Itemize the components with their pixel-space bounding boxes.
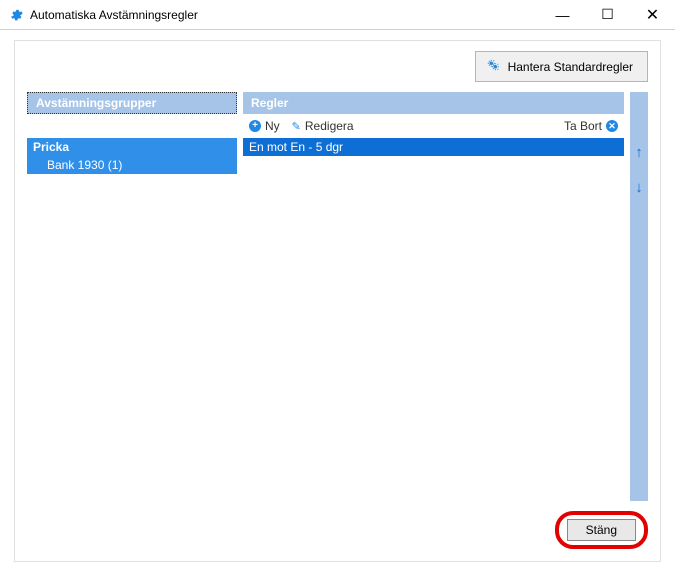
titlebar: Automatiska Avstämningsregler — ☐ ✕ [0,0,675,30]
reorder-sidebar: ↑ ↓ [630,92,648,501]
group-child-label: Bank 1930 (1) [47,158,122,172]
new-label: Ny [265,119,280,133]
minimize-button[interactable]: — [540,0,585,29]
plus-icon: + [249,120,261,132]
rule-label: En mot En - 5 dgr [249,140,343,154]
close-window-button[interactable]: ✕ [630,0,675,29]
manage-standard-rules-label: Hantera Standardregler [508,60,633,74]
groups-list[interactable]: Pricka Bank 1930 (1) [27,138,237,501]
top-row: Hantera Standardregler [27,51,648,82]
content-area: Hantera Standardregler Avstämningsgruppe… [0,30,675,572]
edit-label: Redigera [305,119,354,133]
group-name: Pricka [33,140,69,154]
rules-panel-header: Regler [243,92,624,114]
dialog-frame: Hantera Standardregler Avstämningsgruppe… [14,40,661,562]
close-highlight-annotation: Stäng [555,511,648,549]
rules-toolbar: + Ny ✎ Redigera Ta Bort ✕ [243,114,624,138]
app-gear-icon [8,7,24,23]
groups-header-label: Avstämningsgrupper [36,96,156,110]
new-rule-button[interactable]: + Ny [249,119,280,133]
close-button-label: Stäng [586,523,617,537]
panels-row: Avstämningsgrupper Pricka Bank 1930 (1) … [27,92,648,501]
rules-list[interactable]: En mot En - 5 dgr [243,138,624,501]
manage-standard-rules-button[interactable]: Hantera Standardregler [475,51,648,82]
groups-panel-header: Avstämningsgrupper [27,92,237,114]
move-down-button[interactable]: ↓ [635,179,643,196]
rules-header-label: Regler [251,96,288,110]
group-child-row[interactable]: Bank 1930 (1) [27,156,237,174]
delete-icon: ✕ [606,120,618,132]
delete-label: Ta Bort [564,119,602,133]
maximize-button[interactable]: ☐ [585,0,630,29]
close-button[interactable]: Stäng [567,519,636,541]
pencil-icon: ✎ [292,120,301,133]
rule-row[interactable]: En mot En - 5 dgr [243,138,624,156]
delete-rule-button[interactable]: Ta Bort ✕ [564,119,618,133]
groups-panel: Avstämningsgrupper Pricka Bank 1930 (1) [27,92,237,501]
edit-rule-button[interactable]: ✎ Redigera [292,119,354,133]
group-row[interactable]: Pricka [27,138,237,156]
window-title: Automatiska Avstämningsregler [30,8,540,22]
move-up-button[interactable]: ↑ [635,144,643,161]
bottom-bar: Stäng [27,501,648,549]
rules-panel: Regler + Ny ✎ Redigera Ta Bor [243,92,624,501]
window-controls: — ☐ ✕ [540,0,675,29]
gears-icon [486,58,500,75]
